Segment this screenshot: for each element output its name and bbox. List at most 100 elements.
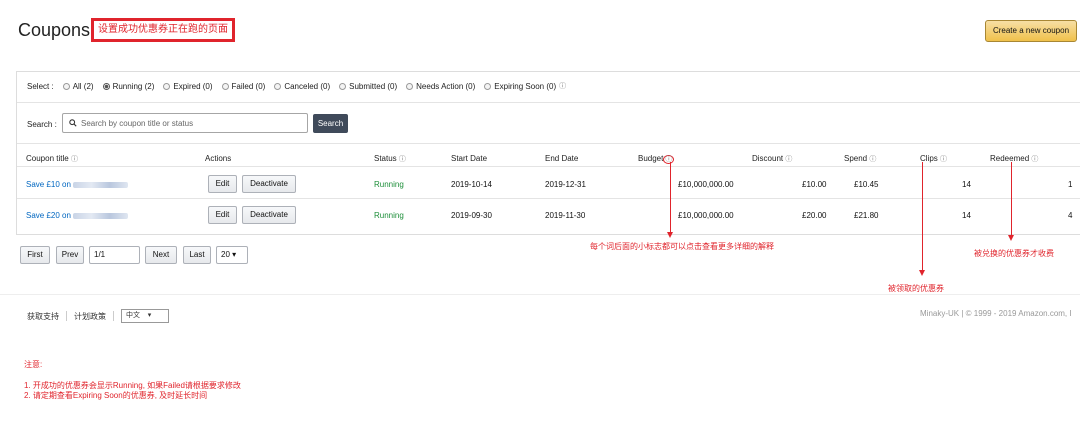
header-budget[interactable]: Budget ⓘ: [638, 154, 675, 164]
note-item: 2. 请定期查看Expiring Soon的优惠券, 及时延长时间: [24, 391, 208, 400]
notes-heading: 注意:: [24, 360, 43, 369]
info-icon[interactable]: ⓘ: [869, 156, 876, 163]
end-date: 2019-12-31: [545, 180, 586, 189]
clips-value: 14: [962, 180, 971, 189]
redacted-text: [72, 181, 128, 188]
spend-value: £10.45: [854, 180, 879, 189]
annotation-arrow-head: [1008, 235, 1014, 241]
annotation-arrow-head: [919, 270, 925, 276]
filter-running[interactable]: Running (2): [102, 82, 154, 91]
budget-value: £10,000,000.00: [678, 211, 734, 220]
info-icon[interactable]: ⓘ: [663, 155, 675, 164]
filter-needs-action[interactable]: Needs Action (0): [406, 82, 475, 91]
first-page-button[interactable]: First: [20, 246, 50, 264]
divider: [17, 143, 1080, 144]
start-date: 2019-10-14: [451, 180, 492, 189]
radio-icon: [274, 82, 282, 90]
radio-icon: [221, 82, 229, 90]
filter-all[interactable]: All (2): [62, 82, 94, 91]
header-clips[interactable]: Clips ⓘ: [920, 154, 947, 164]
footer-links: 获取支持 计划政策 中文 ▾: [27, 309, 169, 323]
header-end-date[interactable]: End Date: [545, 154, 578, 163]
end-date: 2019-11-30: [545, 211, 586, 220]
info-icon[interactable]: ⓘ: [559, 81, 566, 91]
radio-icon: [484, 82, 492, 90]
header-actions: Actions: [205, 154, 232, 163]
divider: [17, 102, 1080, 103]
budget-value: £10,000,000.00: [678, 180, 734, 189]
filter-expiring-soon[interactable]: Expiring Soon (0) ⓘ: [484, 81, 566, 91]
redacted-text: [72, 212, 128, 219]
radio-icon: [339, 82, 347, 90]
dropdown-arrow-icon: ▾: [232, 250, 237, 259]
deactivate-button[interactable]: Deactivate: [242, 206, 296, 224]
page-size-select[interactable]: 20 ▾: [216, 246, 248, 264]
coupon-title-link[interactable]: Save £10 on: [26, 180, 128, 189]
divider: [17, 166, 1080, 167]
footer-divider: [0, 294, 1080, 295]
status-badge: Running: [374, 211, 404, 220]
radio-icon: [62, 82, 70, 90]
support-link[interactable]: 获取支持: [27, 311, 59, 322]
divider: [66, 311, 67, 321]
header-start-date[interactable]: Start Date: [451, 154, 487, 163]
coupon-title-link[interactable]: Save £20 on: [26, 211, 128, 220]
redeemed-value: 1: [1068, 180, 1073, 189]
clips-value: 14: [962, 211, 971, 220]
edit-button[interactable]: Edit: [208, 206, 237, 224]
divider: [17, 198, 1080, 199]
page-title: Coupons: [18, 20, 91, 40]
search-input[interactable]: Search by coupon title or status: [62, 113, 308, 133]
prev-page-button[interactable]: Prev: [56, 246, 84, 264]
status-badge: Running: [374, 180, 404, 189]
copyright: Minaky-UK | © 1999 - 2019 Amazon.com, I: [920, 309, 1072, 318]
info-icon[interactable]: ⓘ: [940, 156, 947, 163]
search-placeholder: Search by coupon title or status: [81, 118, 194, 128]
create-coupon-button[interactable]: Create a new coupon: [985, 20, 1077, 42]
start-date: 2019-09-30: [451, 211, 492, 220]
header-coupon-title[interactable]: Coupon title ⓘ: [26, 154, 78, 164]
filter-canceled[interactable]: Canceled (0): [274, 82, 330, 91]
search-label: Search :: [27, 120, 57, 129]
spend-value: £21.80: [854, 211, 879, 220]
radio-icon: [406, 82, 414, 90]
radio-icon: [163, 82, 171, 90]
header-status[interactable]: Status ⓘ: [374, 154, 406, 164]
last-page-button[interactable]: Last: [183, 246, 211, 264]
edit-button[interactable]: Edit: [208, 175, 237, 193]
info-icon[interactable]: ⓘ: [399, 156, 406, 163]
language-select[interactable]: 中文 ▾: [121, 309, 169, 323]
annotation-arrow: [922, 162, 923, 272]
discount-value: £20.00: [802, 211, 827, 220]
next-page-button[interactable]: Next: [145, 246, 177, 264]
annotation-arrow-head: [667, 232, 673, 238]
radio-selected-icon: [102, 82, 110, 90]
search-button[interactable]: Search: [313, 114, 348, 133]
filter-failed[interactable]: Failed (0): [221, 82, 265, 91]
page-number-input[interactable]: 1/1: [89, 246, 140, 264]
filter-label: Select :: [27, 81, 54, 91]
header-spend[interactable]: Spend ⓘ: [844, 154, 876, 164]
redeemed-annotation: 被兑换的优惠券才收费: [974, 249, 1054, 258]
filter-submitted[interactable]: Submitted (0): [339, 82, 397, 91]
header-redeemed[interactable]: Redeemed ⓘ: [990, 154, 1038, 164]
divider: [113, 311, 114, 321]
annotation-arrow: [670, 162, 671, 234]
search-icon: [69, 119, 77, 127]
budget-annotation: 每个词后面的小标志都可以点击查看更多详细的解释: [590, 242, 774, 251]
note-item: 1. 开成功的优惠券会显示Running, 如果Failed请根据要求修改: [24, 381, 241, 390]
discount-value: £10.00: [802, 180, 827, 189]
policy-link[interactable]: 计划政策: [74, 311, 106, 322]
page-annotation: 设置成功优惠券正在跑的页面: [91, 18, 235, 42]
clips-annotation: 被领取的优惠券: [888, 284, 944, 293]
deactivate-button[interactable]: Deactivate: [242, 175, 296, 193]
dropdown-arrow-icon: ▾: [147, 312, 152, 319]
info-icon[interactable]: ⓘ: [1031, 156, 1038, 163]
status-filter: Select : All (2) Running (2) Expired (0)…: [27, 81, 566, 91]
filter-expired[interactable]: Expired (0): [163, 82, 213, 91]
header-discount[interactable]: Discount ⓘ: [752, 154, 792, 164]
info-icon[interactable]: ⓘ: [785, 156, 792, 163]
annotation-arrow: [1011, 162, 1012, 237]
info-icon[interactable]: ⓘ: [71, 156, 78, 163]
notes-section: 注意: 1. 开成功的优惠券会显示Running, 如果Failed请根据要求修…: [24, 360, 241, 401]
